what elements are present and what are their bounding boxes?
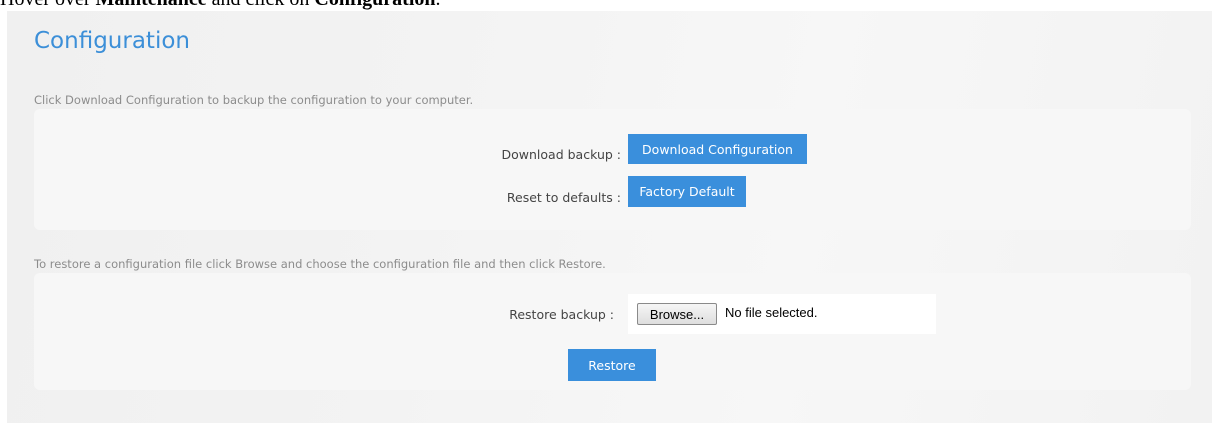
file-input[interactable]: Browse... No file selected. bbox=[628, 294, 936, 334]
factory-default-button[interactable]: Factory Default bbox=[628, 176, 746, 207]
download-backup-label: Download backup : bbox=[501, 147, 621, 162]
file-status-text: No file selected. bbox=[725, 305, 818, 320]
reset-defaults-label: Reset to defaults : bbox=[506, 190, 621, 205]
backup-card: Download backup : Download Configuration… bbox=[34, 109, 1191, 230]
restore-button[interactable]: Restore bbox=[568, 349, 656, 381]
browse-button[interactable]: Browse... bbox=[637, 303, 717, 325]
restore-backup-label: Restore backup : bbox=[509, 307, 614, 322]
download-configuration-button[interactable]: Download Configuration bbox=[628, 134, 807, 164]
instruction-middle: and click on bbox=[207, 0, 315, 10]
instruction-item: Configuration bbox=[314, 0, 435, 10]
restore-card: Restore backup : Browse... No file selec… bbox=[34, 273, 1191, 390]
backup-description: Click Download Configuration to backup t… bbox=[34, 93, 474, 107]
instruction-prefix: Hover over bbox=[0, 0, 96, 10]
instruction-menu: Maintenance bbox=[96, 0, 207, 10]
restore-description: To restore a configuration file click Br… bbox=[34, 257, 606, 271]
page-title: Configuration bbox=[34, 28, 190, 54]
configuration-panel: Configuration Click Download Configurati… bbox=[7, 11, 1212, 423]
instruction-text: Hover over Maintenance and click on Conf… bbox=[0, 0, 1219, 10]
instruction-suffix: . bbox=[436, 0, 441, 10]
